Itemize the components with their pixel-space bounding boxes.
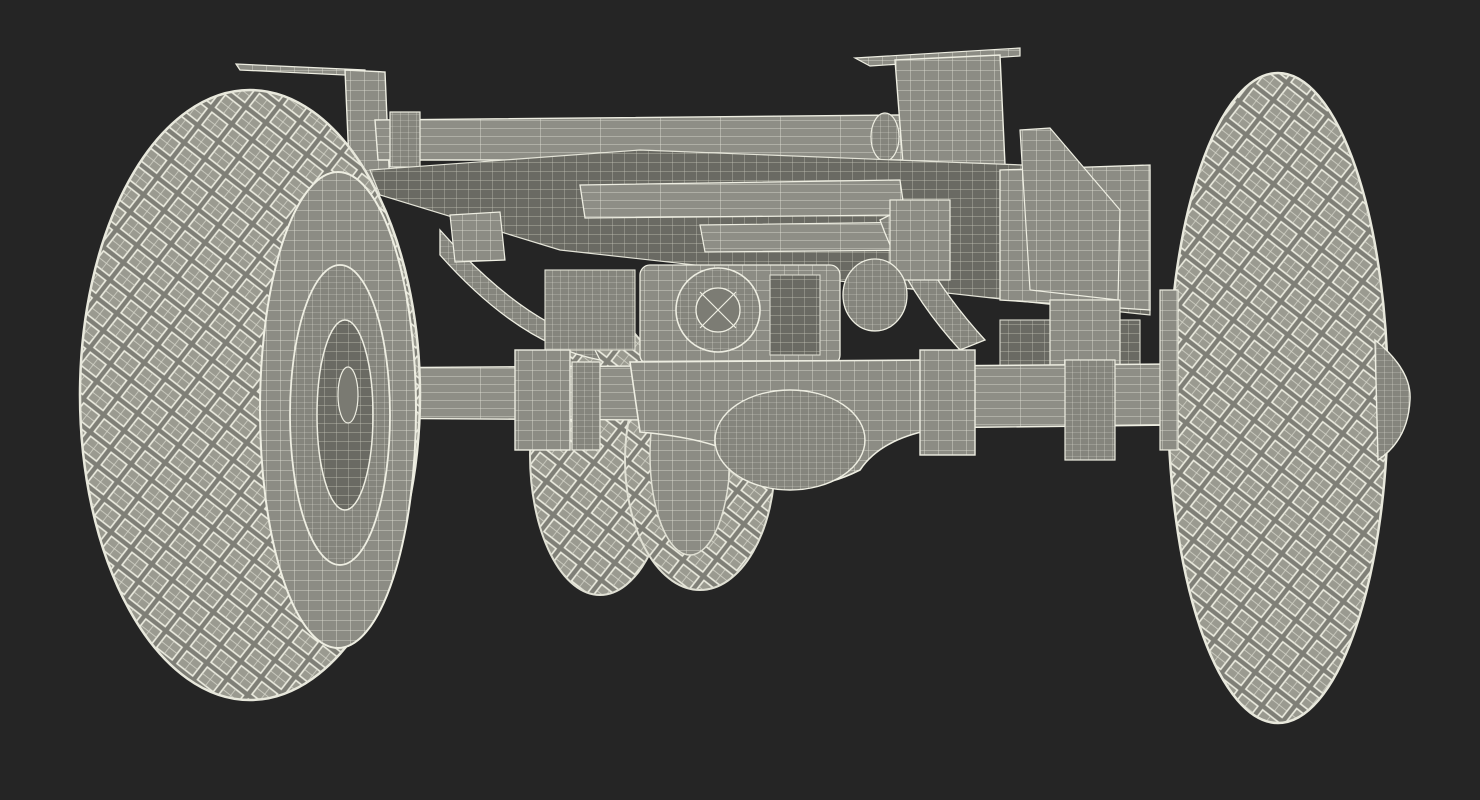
right-front-wheel (1159, 71, 1411, 725)
left-front-wheel (78, 88, 422, 702)
chassis-render (78, 47, 1411, 725)
front-axle (334, 349, 1176, 491)
render-viewport (0, 0, 1480, 800)
